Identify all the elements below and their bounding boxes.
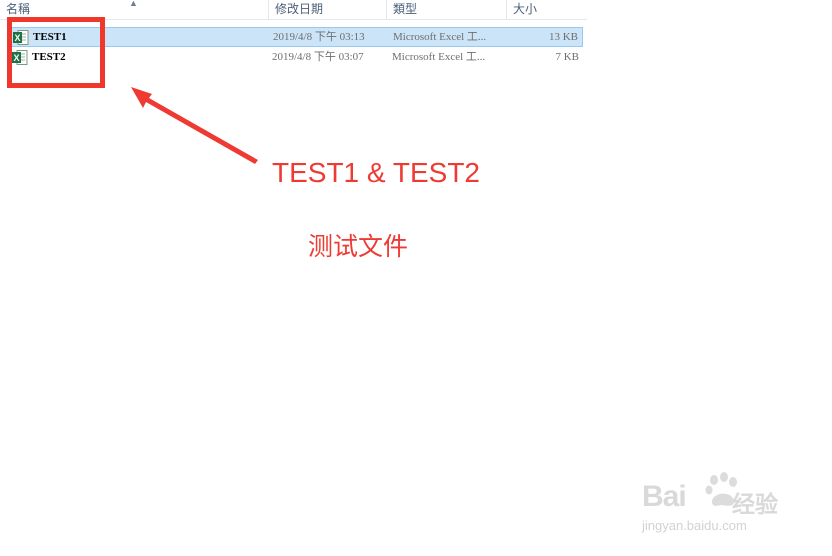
watermark-brand-suffix: 经验 <box>732 492 778 518</box>
watermark-brand: Bai <box>642 480 687 513</box>
baidu-watermark: Bai 经验 jingyan.baidu.com <box>636 468 806 540</box>
annotation-subtitle: 测试文件 <box>308 232 409 261</box>
watermark-url: jingyan.baidu.com <box>642 518 747 533</box>
annotation-title: TEST1 & TEST2 <box>272 157 480 188</box>
